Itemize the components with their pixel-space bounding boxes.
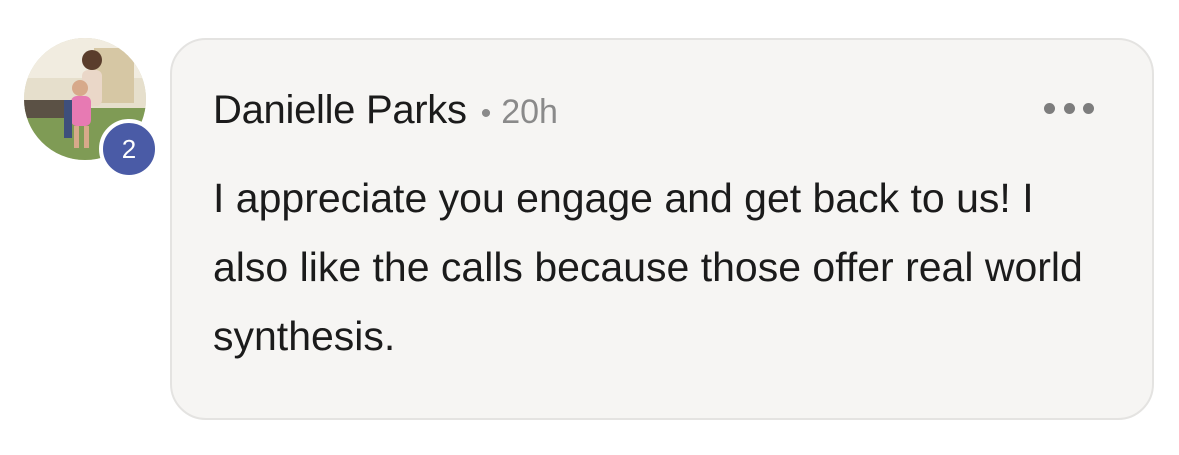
notification-badge: 2 (99, 119, 159, 179)
more-horizontal-icon (1044, 102, 1055, 114)
comment-text: I appreciate you engage and get back to … (213, 175, 1083, 359)
comment-row: 2 Danielle Parks • 20h I appreciate you … (0, 0, 1179, 455)
more-horizontal-icon-dot (1063, 102, 1075, 114)
comment-timestamp[interactable]: 20h (501, 93, 558, 132)
avatar-container[interactable]: 2 (24, 38, 159, 179)
comment-bubble: Danielle Parks • 20h I appreciate you en… (170, 38, 1154, 420)
comment-header: Danielle Parks • 20h (213, 88, 558, 138)
more-horizontal-icon-dot (1083, 102, 1094, 114)
meta-separator: • (480, 97, 492, 130)
more-options-button[interactable] (1044, 96, 1094, 120)
author-name[interactable]: Danielle Parks (213, 88, 467, 133)
